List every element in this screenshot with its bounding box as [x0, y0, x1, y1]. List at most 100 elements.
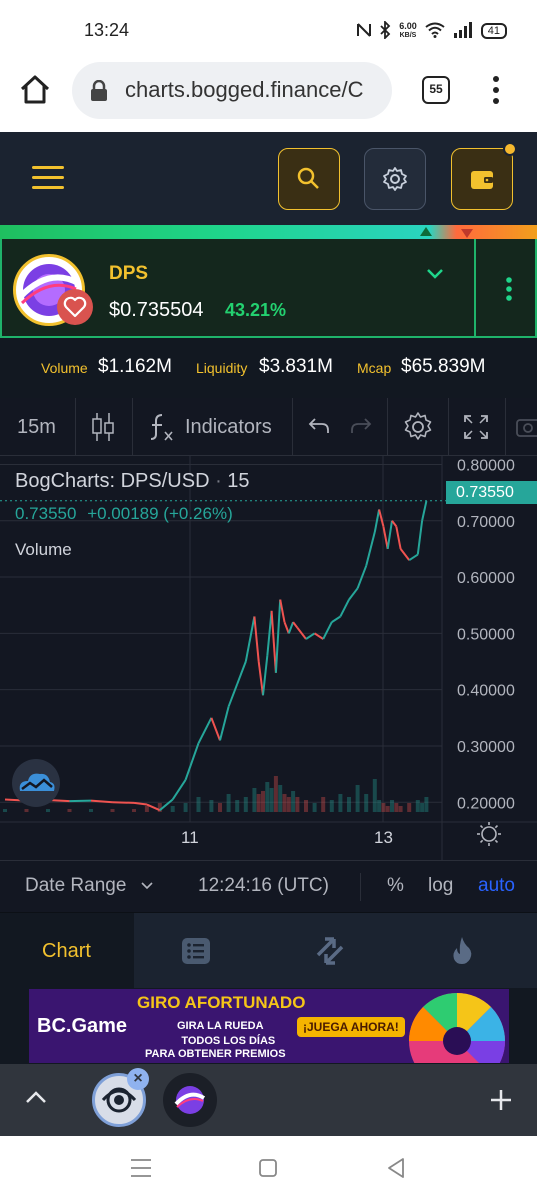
- home-icon[interactable]: [18, 73, 54, 109]
- legend-change: +0.00189 (+0.26%): [87, 504, 233, 523]
- volume-bar: [347, 797, 351, 812]
- tab-list[interactable]: [134, 913, 268, 989]
- tab-swap[interactable]: [268, 913, 402, 989]
- browser-menu-icon[interactable]: [484, 74, 508, 106]
- token-options-icon[interactable]: [505, 277, 513, 306]
- wallet-button[interactable]: [451, 148, 513, 210]
- liquidity-label: Liquidity: [196, 360, 248, 376]
- volume-bar: [407, 803, 412, 812]
- wallet-notification-dot: [503, 142, 517, 156]
- ad-banner[interactable]: BC.Game GIRO AFORTUNADO GIRA LA RUEDA TO…: [29, 989, 509, 1063]
- price-segment: [331, 615, 341, 623]
- fullscreen-icon[interactable]: [463, 414, 489, 440]
- axis-settings-ray: [494, 824, 499, 829]
- wallet-icon: [471, 171, 493, 189]
- new-tab-icon[interactable]: [489, 1088, 513, 1112]
- y-tick-label: 0.60000: [457, 570, 515, 587]
- candlestick-type-icon[interactable]: [91, 411, 115, 443]
- volume-bar: [415, 800, 420, 812]
- chevron-down-icon[interactable]: [141, 881, 153, 891]
- chevron-down-icon[interactable]: [426, 267, 444, 285]
- utc-clock: 12:24:16 (UTC): [198, 875, 329, 896]
- ad-cta-button[interactable]: ¡JUEGA AHORA!: [297, 1017, 405, 1037]
- system-nav-bar: [0, 1136, 537, 1200]
- price-chart[interactable]: 0.80000 0.70000 0.60000 0.50000 0.40000 0.300…: [0, 456, 537, 860]
- list-icon: [182, 938, 210, 964]
- volume-bar: [3, 809, 7, 812]
- token-row-divider: [474, 239, 476, 336]
- camera-icon[interactable]: [516, 416, 537, 438]
- price-segment: [287, 621, 295, 634]
- settings-button[interactable]: [364, 148, 426, 210]
- pressure-marker-down: [461, 229, 473, 238]
- volume-bar: [390, 800, 394, 812]
- volume-bar: [321, 797, 326, 812]
- tab-trending[interactable]: [402, 913, 536, 989]
- token-info-row[interactable]: DPS $0.735504 43.21%: [0, 239, 537, 338]
- redo-icon[interactable]: [349, 416, 373, 436]
- close-tab-icon[interactable]: ×: [127, 1068, 149, 1090]
- token-symbol: DPS: [109, 263, 149, 284]
- volume-bar: [329, 800, 334, 812]
- net-speed-value: 6.00: [399, 21, 417, 31]
- x-tick-label: 13: [374, 828, 393, 847]
- favorite-heart-icon[interactable]: [57, 289, 93, 325]
- indicators-button[interactable]: Indicators: [185, 416, 272, 439]
- function-icon[interactable]: [148, 412, 176, 442]
- ad-headline: GIRO AFORTUNADO: [137, 993, 306, 1012]
- price-segment: [322, 621, 333, 640]
- price-segment: [421, 500, 428, 521]
- status-icons: 6.00 KB/S 41: [357, 19, 507, 43]
- price-segment: [274, 599, 282, 673]
- price-segment: [391, 520, 398, 527]
- volume-bar: [261, 791, 265, 812]
- price-segment: [314, 632, 324, 640]
- volume-bar: [424, 797, 429, 812]
- auto-scale-toggle[interactable]: auto: [478, 875, 515, 897]
- volume-bar: [398, 806, 403, 812]
- cloud-save-icon[interactable]: [12, 759, 60, 807]
- tab-chart[interactable]: Chart: [0, 913, 134, 989]
- volume-bar: [265, 782, 270, 812]
- date-range-button[interactable]: Date Range: [25, 875, 126, 897]
- volume-bar: [196, 797, 201, 812]
- interval-selector[interactable]: 15m: [17, 416, 56, 439]
- ad-line1: GIRA LA RUEDA: [177, 1020, 264, 1032]
- percent-scale-toggle[interactable]: %: [387, 875, 404, 897]
- x-tick-label: 11: [181, 828, 199, 847]
- wifi-icon: [425, 22, 445, 41]
- recents-icon[interactable]: [130, 1158, 152, 1178]
- log-scale-toggle[interactable]: log: [428, 875, 453, 897]
- chart-settings-icon[interactable]: [401, 410, 435, 444]
- nfc-icon: [357, 22, 372, 41]
- search-button[interactable]: [278, 148, 340, 210]
- chevron-up-icon[interactable]: [25, 1090, 47, 1104]
- axis-settings-ray: [494, 839, 499, 844]
- status-time: 13:24: [84, 20, 130, 40]
- volume-bar: [170, 806, 175, 812]
- y-tick-label: 0.40000: [457, 683, 515, 700]
- price-segment: [236, 661, 247, 685]
- undo-icon[interactable]: [307, 416, 331, 436]
- volume-bar: [132, 809, 136, 812]
- browser-toolbar: charts.bogged.finance/C 55: [0, 62, 537, 132]
- ad-line3-text: PARA OBTENER PREMIOS: [145, 1048, 286, 1060]
- volume-bar: [209, 800, 214, 812]
- home-nav-icon[interactable]: [258, 1158, 278, 1178]
- price-segment: [270, 610, 277, 673]
- legend-pair: BogCharts: DPS/USD: [15, 470, 210, 492]
- back-nav-icon[interactable]: [386, 1157, 406, 1179]
- volume-bar: [235, 800, 240, 812]
- mcap-value: $65.839M: [401, 356, 486, 377]
- address-bar[interactable]: charts.bogged.finance/C: [72, 62, 392, 119]
- legend-volume-label: Volume: [15, 540, 72, 559]
- hamburger-menu-icon[interactable]: [32, 166, 64, 190]
- y-tick-label: 0.20000: [457, 795, 515, 812]
- tab-thumbnail[interactable]: [163, 1073, 217, 1127]
- axis-settings-icon: [481, 826, 497, 842]
- swap-icon: [316, 937, 344, 965]
- price-segment: [292, 621, 299, 629]
- volume-bar: [252, 788, 257, 812]
- price-segment: [171, 779, 187, 801]
- tab-switcher-button[interactable]: 55: [422, 76, 450, 104]
